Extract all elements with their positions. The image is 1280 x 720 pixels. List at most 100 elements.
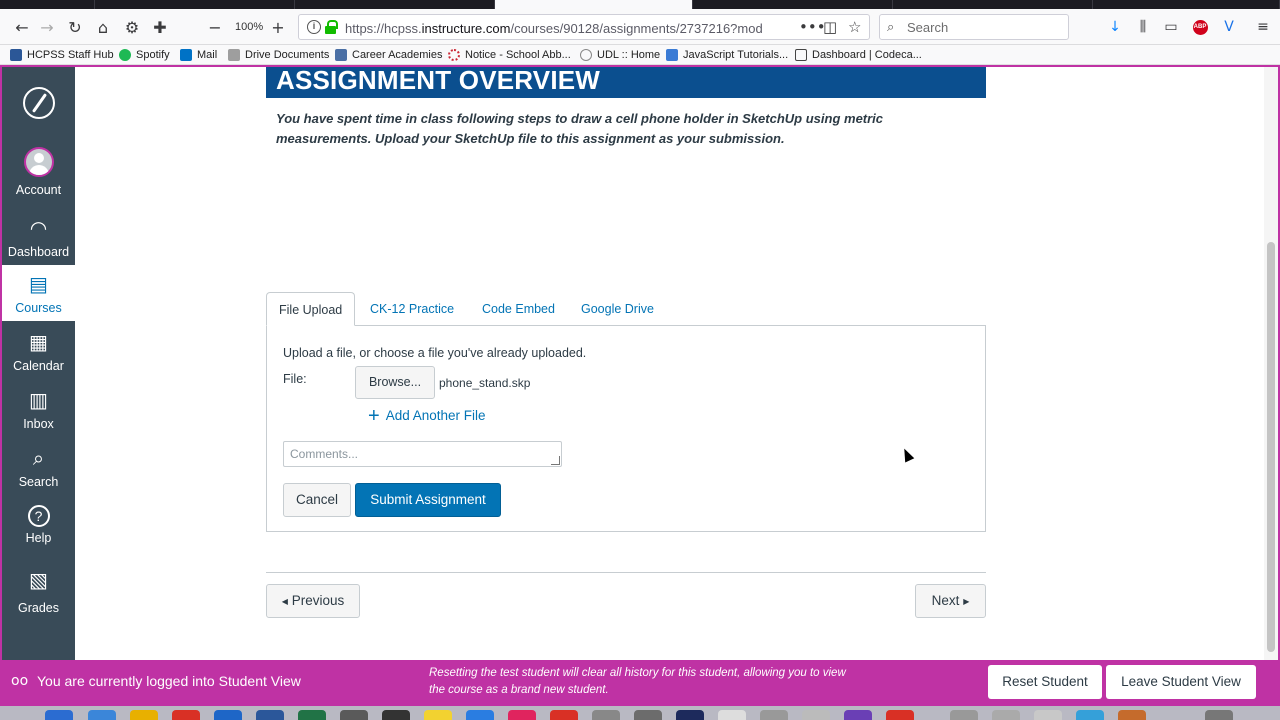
bookmark-item[interactable]: Mail <box>180 47 217 63</box>
dock-app-icon[interactable] <box>1118 710 1146 720</box>
dock-app-icon[interactable] <box>45 710 73 720</box>
zoom-in-icon[interactable]: + <box>266 15 290 39</box>
dock-app-icon[interactable] <box>992 710 1020 720</box>
reload-icon[interactable]: ↻ <box>63 15 87 39</box>
dock-app-icon[interactable] <box>466 710 494 720</box>
lock-icon[interactable] <box>325 20 338 34</box>
comments-textarea[interactable]: Comments... <box>283 441 562 467</box>
browser-tab[interactable] <box>893 0 1093 9</box>
address-bar[interactable]: i https://hcpss.instructure.com/courses/… <box>298 14 870 40</box>
dashboard-icon: ◠ <box>29 216 48 240</box>
nav-item-search[interactable]: ⌕ Search <box>2 445 75 497</box>
canvas-logo-icon[interactable] <box>23 87 55 119</box>
next-button[interactable]: Next ▶ <box>915 584 986 618</box>
cancel-button[interactable]: Cancel <box>283 483 351 517</box>
back-icon[interactable]: ← <box>10 15 34 39</box>
scrollbar-thumb[interactable] <box>1267 242 1275 652</box>
nav-item-account[interactable]: Account <box>2 147 75 199</box>
bookmark-item[interactable]: Spotify <box>119 47 170 63</box>
zoom-level[interactable]: 100% <box>235 21 263 33</box>
browser-tab-active[interactable] <box>495 0 693 9</box>
url-text[interactable]: https://hcpss.instructure.com/courses/90… <box>345 21 775 36</box>
vimeo-extension-icon[interactable]: V <box>1218 16 1240 38</box>
reset-student-button[interactable]: Reset Student <box>988 665 1102 699</box>
tab-code-embed[interactable]: Code Embed <box>470 292 567 326</box>
bookmark-item[interactable]: Dashboard | Codeca... <box>795 47 922 63</box>
bookmark-item[interactable]: Career Academies <box>335 47 443 63</box>
dock-app-icon[interactable] <box>424 710 452 720</box>
dock-app-icon[interactable] <box>760 710 788 720</box>
bookmark-icon <box>666 49 678 61</box>
dock-app-icon[interactable] <box>676 710 704 720</box>
nav-item-inbox[interactable]: ▥ Inbox <box>2 387 75 439</box>
tab-google-drive[interactable]: Google Drive <box>569 292 666 326</box>
dock-app-icon[interactable] <box>298 710 326 720</box>
menu-icon[interactable]: ≡ <box>1252 16 1274 38</box>
dock-app-icon[interactable] <box>340 710 368 720</box>
dock-app-icon[interactable] <box>88 710 116 720</box>
library-icon[interactable]: ⫼ <box>1132 16 1154 38</box>
submit-assignment-button[interactable]: Submit Assignment <box>355 483 501 517</box>
global-nav: Account ◠ Dashboard ▤ Courses ▦ Calendar… <box>2 67 75 660</box>
pocket-icon[interactable]: ◫ <box>823 18 837 36</box>
dock-app-icon[interactable] <box>130 710 158 720</box>
dock-app-icon[interactable] <box>382 710 410 720</box>
sidebar-icon[interactable]: ▭ <box>1160 16 1182 38</box>
dock-app-icon[interactable] <box>1076 710 1104 720</box>
bookmark-star-icon[interactable]: ☆ <box>848 18 861 36</box>
bookmarks-bar: HCPSS Staff Hub Spotify Mail Drive Docum… <box>0 45 1280 65</box>
dock-app-icon[interactable] <box>172 710 200 720</box>
browser-tab[interactable] <box>0 0 95 9</box>
page-actions-icon[interactable]: ••• <box>799 18 826 36</box>
home-icon[interactable]: ⌂ <box>91 15 115 39</box>
nav-item-courses[interactable]: ▤ Courses <box>2 265 75 321</box>
dock-app-icon[interactable] <box>1034 710 1062 720</box>
browser-search-input[interactable]: ⌕ Search <box>879 14 1069 40</box>
dock-app-icon[interactable] <box>592 710 620 720</box>
dock-app-icon[interactable] <box>886 710 914 720</box>
bookmark-item[interactable]: Notice - School Abb... <box>448 47 571 63</box>
dock-app-icon[interactable] <box>950 710 978 720</box>
nav-item-dashboard[interactable]: ◠ Dashboard <box>2 215 75 267</box>
bookmark-item[interactable]: JavaScript Tutorials... <box>666 47 788 63</box>
add-another-file-link[interactable]: + Add Another File <box>368 406 486 426</box>
textarea-resize-handle[interactable] <box>551 456 560 465</box>
bookmark-icon <box>580 49 592 61</box>
dock-trash-icon[interactable] <box>1205 710 1233 720</box>
search-icon: ⌕ <box>32 446 45 470</box>
extension-icon[interactable]: ✚ <box>148 15 172 39</box>
bookmark-item[interactable]: HCPSS Staff Hub <box>10 47 114 63</box>
previous-button[interactable]: ◀ Previous <box>266 584 360 618</box>
browser-tab[interactable] <box>693 0 893 9</box>
forward-icon[interactable]: → <box>35 15 59 39</box>
tab-ck12-practice[interactable]: CK-12 Practice <box>358 292 466 326</box>
page-scrollbar[interactable] <box>1264 67 1278 660</box>
gear-icon[interactable]: ⚙ <box>120 15 144 39</box>
dock-app-icon[interactable] <box>802 710 830 720</box>
browser-tab[interactable] <box>95 0 295 9</box>
dock-app-icon[interactable] <box>256 710 284 720</box>
dock-app-icon[interactable] <box>718 710 746 720</box>
browser-tab[interactable] <box>295 0 495 9</box>
browser-tab[interactable] <box>1093 0 1280 9</box>
student-view-status: You are currently logged into Student Vi… <box>37 673 301 689</box>
dock-app-icon[interactable] <box>214 710 242 720</box>
bookmark-item[interactable]: Drive Documents <box>228 47 329 63</box>
nav-item-grades[interactable]: ▧ Grades <box>2 563 75 623</box>
nav-item-help[interactable]: ? Help <box>2 501 75 553</box>
leave-student-view-button[interactable]: Leave Student View <box>1106 665 1256 699</box>
tab-file-upload[interactable]: File Upload <box>266 292 356 326</box>
download-icon[interactable]: ↓ <box>1104 16 1126 38</box>
dock-app-icon[interactable] <box>634 710 662 720</box>
browse-button[interactable]: Browse... <box>355 366 435 399</box>
dock-app-icon[interactable] <box>844 710 872 720</box>
add-another-file-label: Add Another File <box>385 408 486 423</box>
zoom-out-icon[interactable]: − <box>203 15 227 39</box>
adblock-icon[interactable]: ABP <box>1189 16 1211 38</box>
dock-app-icon[interactable] <box>508 710 536 720</box>
bookmark-item[interactable]: UDL :: Home <box>580 47 660 63</box>
dock-app-icon[interactable] <box>550 710 578 720</box>
caret-left-icon: ◀ <box>281 597 288 606</box>
nav-item-calendar[interactable]: ▦ Calendar <box>2 329 75 381</box>
site-info-icon[interactable]: i <box>307 20 321 34</box>
